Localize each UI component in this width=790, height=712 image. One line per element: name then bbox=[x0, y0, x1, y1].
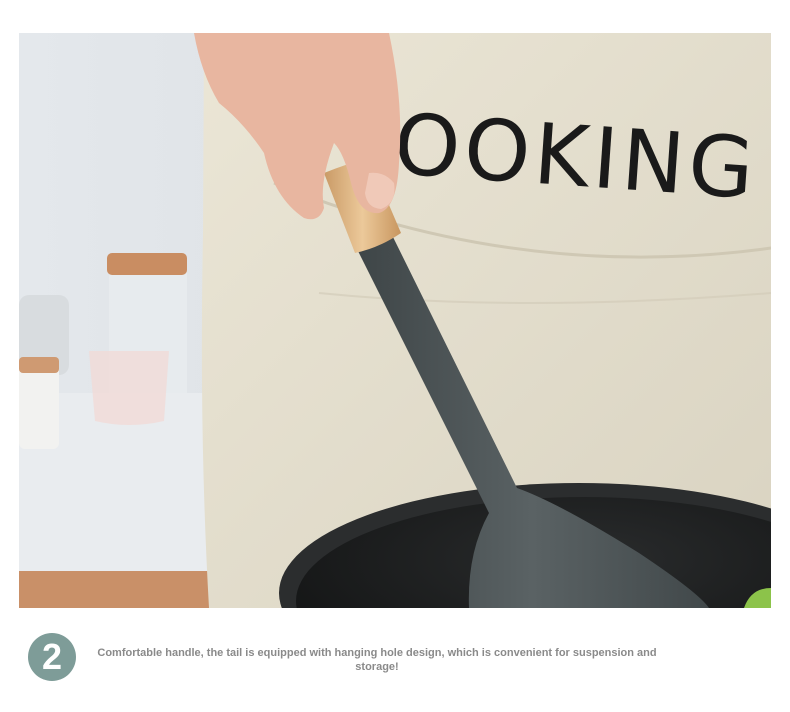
step-number-badge: 2 bbox=[28, 633, 76, 681]
wooden-counter-edge bbox=[19, 571, 219, 608]
drinking-glass bbox=[89, 351, 169, 425]
product-photo: OOKING bbox=[19, 33, 771, 608]
kitchen-scene-illustration: OOKING bbox=[19, 33, 771, 608]
feature-step: 2 Comfortable handle, the tail is equipp… bbox=[0, 630, 790, 690]
step-description: Comfortable handle, the tail is equipped… bbox=[97, 647, 657, 673]
